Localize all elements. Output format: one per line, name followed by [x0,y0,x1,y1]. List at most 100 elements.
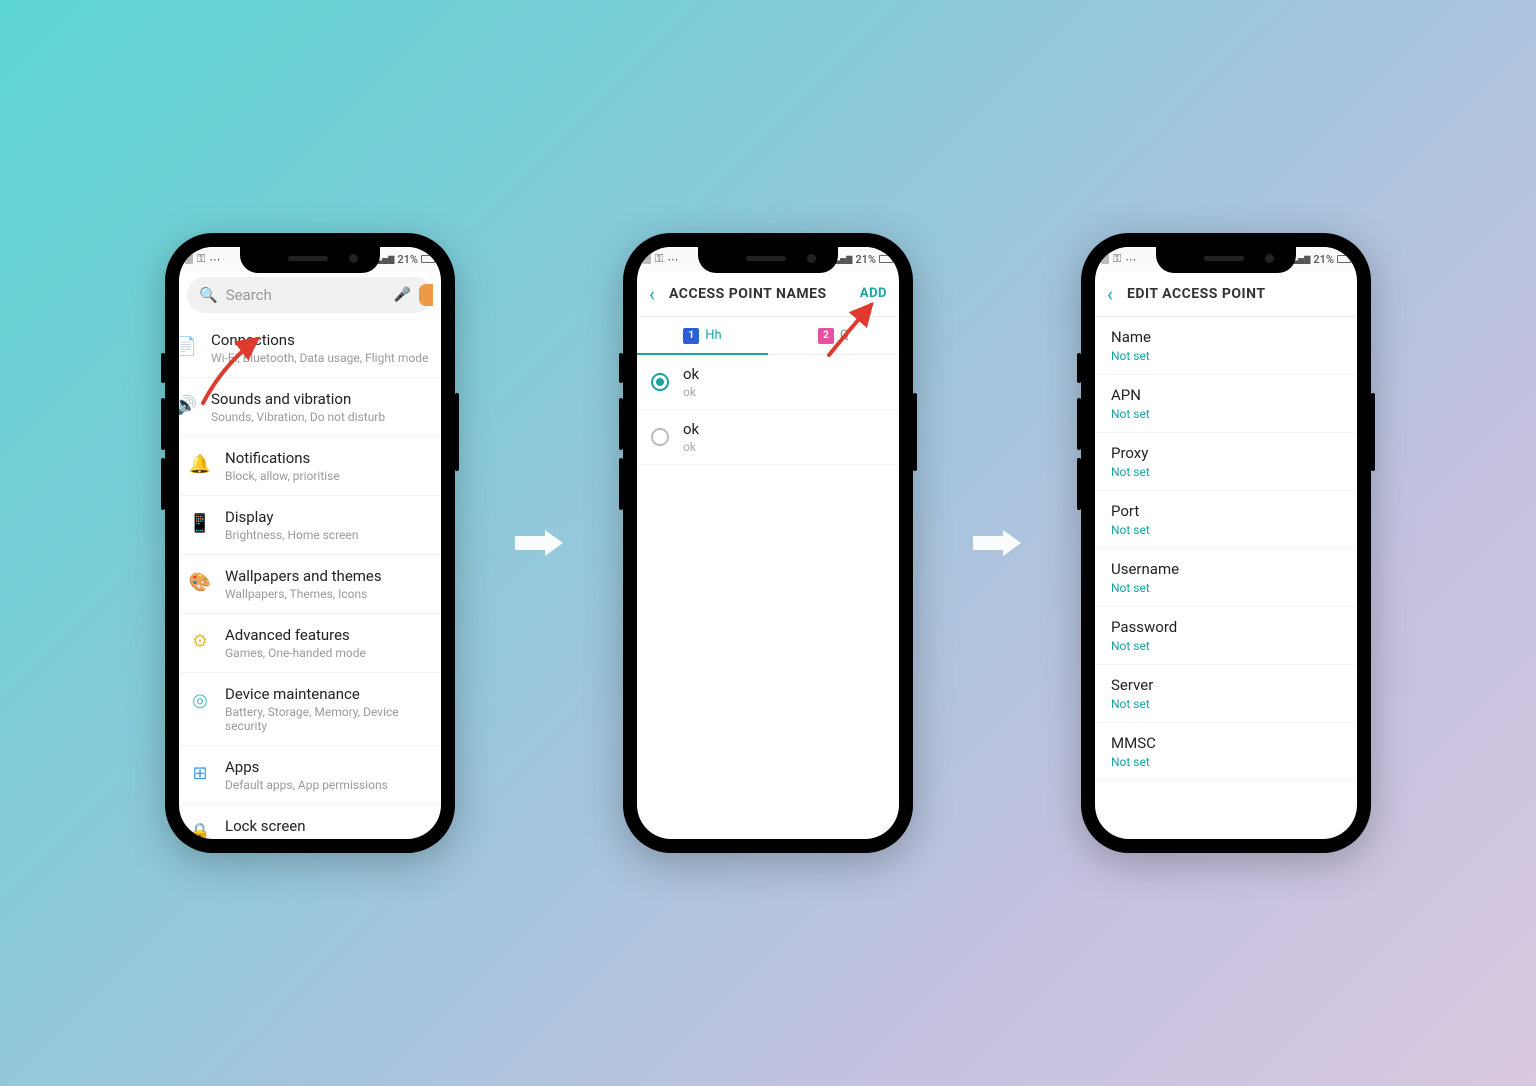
back-icon[interactable]: ‹ [649,282,655,306]
apn-field-server[interactable]: Server Not set [1095,665,1357,723]
page-title: EDIT ACCESS POINT [1127,286,1265,302]
side-button [161,353,165,383]
settings-item-subtitle: Battery, Storage, Memory, Device securit… [225,705,431,733]
sim-tab-label: Hh [705,328,721,343]
page-title: ACCESS POINT NAMES [669,286,827,302]
settings-icon: ⊞ [187,760,213,786]
screen-3: ⚿ ⋯ ▁▃▅▇ 21% ‹ EDIT ACCESS POINT NameNot… [1095,247,1357,839]
side-button [913,393,917,471]
add-button[interactable]: ADD [860,286,887,301]
apn-title: ok [683,365,699,383]
battery-icon [421,255,435,263]
radio-icon[interactable] [651,428,669,446]
side-button [161,398,165,450]
apn-item[interactable]: ok ok [637,355,899,410]
sim-icon [1101,254,1109,264]
field-value: Not set [1111,755,1341,769]
side-button [1077,398,1081,450]
screen-1: ⚿ ⋯ ▁▃▅▇ 21% 🔍 Search 🎤 📄ConnectionsWi-F… [179,247,441,839]
field-value: Not set [1111,465,1341,479]
settings-icon: 📱 [187,510,213,536]
field-value: Not set [1111,407,1341,421]
apn-field-name[interactable]: NameNot set [1095,317,1357,375]
apn-subtitle: ok [683,385,699,399]
battery-text: 21% [855,253,876,266]
apn-field-password[interactable]: Password Not set [1095,607,1357,665]
side-button [1371,393,1375,471]
battery-icon [879,255,893,263]
battery-icon [1337,255,1351,263]
apn-subtitle: ok [683,440,699,454]
field-label: Name [1111,328,1341,346]
side-button [1077,458,1081,510]
tutorial-stage: ⚿ ⋯ ▁▃▅▇ 21% 🔍 Search 🎤 📄ConnectionsWi-F… [0,0,1536,1086]
settings-item-wallpapers-and-themes[interactable]: 🎨Wallpapers and themesWallpapers, Themes… [179,555,441,614]
settings-item-lock-screen[interactable]: 🔒Lock screen [179,805,441,839]
radio-icon[interactable] [651,373,669,391]
field-label: Proxy [1111,444,1341,462]
battery-text: 21% [397,253,418,266]
apn-field-port[interactable]: Port Not set [1095,491,1357,549]
flow-arrow [513,528,565,558]
flow-arrow [971,528,1023,558]
settings-item-sounds-and-vibration[interactable]: 🔊 Sounds and vibration Sounds, Vibration, … [179,378,441,437]
more-icon: ⋯ [667,253,679,266]
settings-item-advanced-features[interactable]: ⚙Advanced featuresGames, One-handed mode [179,614,441,673]
tab-underline [637,353,768,355]
settings-item-subtitle: Sounds, Vibration, Do not disturb [211,410,385,424]
field-label: Server [1111,676,1341,694]
apn-list: ok ok ok ok [637,355,899,465]
settings-item-title: Device maintenance [225,685,431,703]
apn-field-username[interactable]: UsernameNot set [1095,549,1357,607]
settings-icon: 🔊 [179,392,199,418]
field-label: Port [1111,502,1341,520]
side-button [161,458,165,510]
search-icon: 🔍 [199,286,218,304]
field-value: Not set [1111,639,1341,653]
key-icon: ⚿ [1113,252,1121,266]
settings-item-apps[interactable]: ⊞ Apps Default apps, App permissions [179,746,441,805]
sim-tab[interactable]: 1 Hh [637,317,768,354]
settings-item-title: Display [225,508,359,526]
phone-notch [1156,247,1296,273]
settings-item-title: Wallpapers and themes [225,567,382,585]
apn-title: ok [683,420,699,438]
settings-item-subtitle: Default apps, App permissions [225,778,388,792]
phone-frame-1: ⚿ ⋯ ▁▃▅▇ 21% 🔍 Search 🎤 📄ConnectionsWi-F… [165,233,455,853]
settings-item-title: Sounds and vibration [211,390,385,408]
settings-item-connections[interactable]: 📄ConnectionsWi-Fi, Bluetooth, Data usage… [179,319,441,378]
sim-tab[interactable]: 2Q [768,317,899,354]
settings-item-device-maintenance[interactable]: ◎Device maintenanceBattery, Storage, Mem… [179,673,441,746]
settings-item-title: Apps [225,758,388,776]
settings-item-subtitle: Block, allow, prioritise [225,469,340,483]
record-indicator [419,284,433,306]
apn-field-proxy[interactable]: Proxy Not set [1095,433,1357,491]
side-button [1077,353,1081,383]
back-icon[interactable]: ‹ [1107,282,1113,306]
screen-2: ⚿ ⋯ ▁▃▅▇ 21% ‹ ACCESS POINT NAMES ADD 1H… [637,247,899,839]
field-value: Not set [1111,697,1341,711]
settings-item-title: Connections [211,331,428,349]
mic-icon[interactable]: 🎤 [394,287,411,303]
search-input[interactable]: 🔍 Search 🎤 [187,277,433,313]
settings-item-display[interactable]: 📱 Display Brightness, Home screen [179,496,441,555]
side-button [619,353,623,383]
sim-tab-label: Q [840,328,849,343]
settings-icon: 📄 [179,333,199,359]
apn-field-apn[interactable]: APNNot set [1095,375,1357,433]
field-label: Password [1111,618,1341,636]
phone-frame-2: ⚿ ⋯ ▁▃▅▇ 21% ‹ ACCESS POINT NAMES ADD 1H… [623,233,913,853]
apn-item[interactable]: ok ok [637,410,899,465]
sim-icon [185,254,193,264]
search-placeholder: Search [226,286,272,304]
settings-list: 📄ConnectionsWi-Fi, Bluetooth, Data usage… [179,319,441,839]
settings-item-subtitle: Brightness, Home screen [225,528,359,542]
apn-field-mmsc[interactable]: MMSC Not set [1095,723,1357,781]
field-label: MMSC [1111,734,1341,752]
settings-icon: ⚙ [187,628,213,654]
field-value: Not set [1111,523,1341,537]
settings-item-notifications[interactable]: 🔔NotificationsBlock, allow, prioritise [179,437,441,496]
sim-badge-icon: 1 [683,328,699,344]
settings-item-title: Lock screen [225,817,306,835]
more-icon: ⋯ [1125,253,1137,266]
